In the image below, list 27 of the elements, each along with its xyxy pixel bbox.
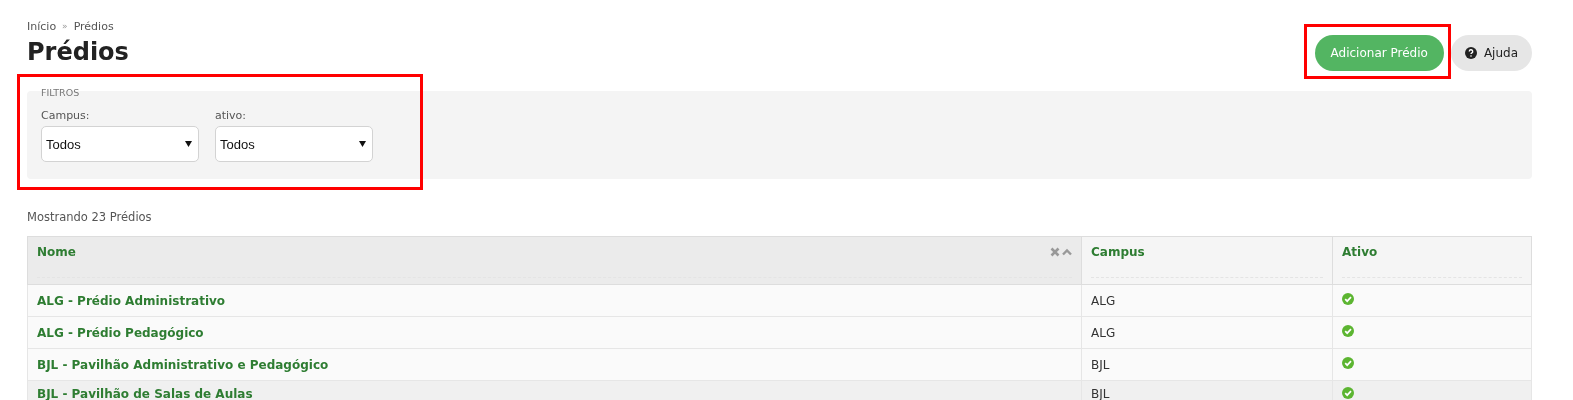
breadcrumb-link[interactable]: Início [27,19,57,33]
building-link[interactable]: BJL - Pavilhão Administrativo e Pedagógico [37,357,329,372]
table-cell: ALG [1081,316,1333,349]
select-field[interactable]: Todos [215,126,373,162]
building-link[interactable]: ALG - Prédio Pedagógico [37,325,204,340]
building-link[interactable]: BJL - Pavilhão de Salas de Aulas [37,387,253,400]
table-cell: ALG [1081,284,1333,317]
select-field[interactable]: Todos [41,126,199,162]
close-icon[interactable] [1050,247,1060,257]
filter-label: Campus: [41,109,91,122]
column-header[interactable]: Ativo [1332,236,1532,285]
dropdown-icon [359,141,366,147]
breadcrumb-separator: » [62,21,68,31]
building-link[interactable]: ALG - Prédio Administrativo [37,293,226,308]
results-count: Mostrando 23 Prédios [27,210,153,224]
table-cell: BJL [1081,348,1333,381]
dropdown-icon [185,141,192,147]
add-button[interactable]: Adicionar Prédio [1314,35,1444,71]
breadcrumb-link[interactable]: Prédios [73,19,114,33]
help-button[interactable]: Ajuda [1450,35,1532,71]
filter-label: ativo: [215,109,248,122]
column-header[interactable]: Campus [1081,236,1333,285]
chevron-up-icon[interactable] [1062,248,1072,256]
page-title: Prédios [27,37,129,67]
filters-legend: FILTROS [41,87,1518,105]
question-icon [1464,47,1477,59]
column-header[interactable]: Nome [27,236,1082,285]
